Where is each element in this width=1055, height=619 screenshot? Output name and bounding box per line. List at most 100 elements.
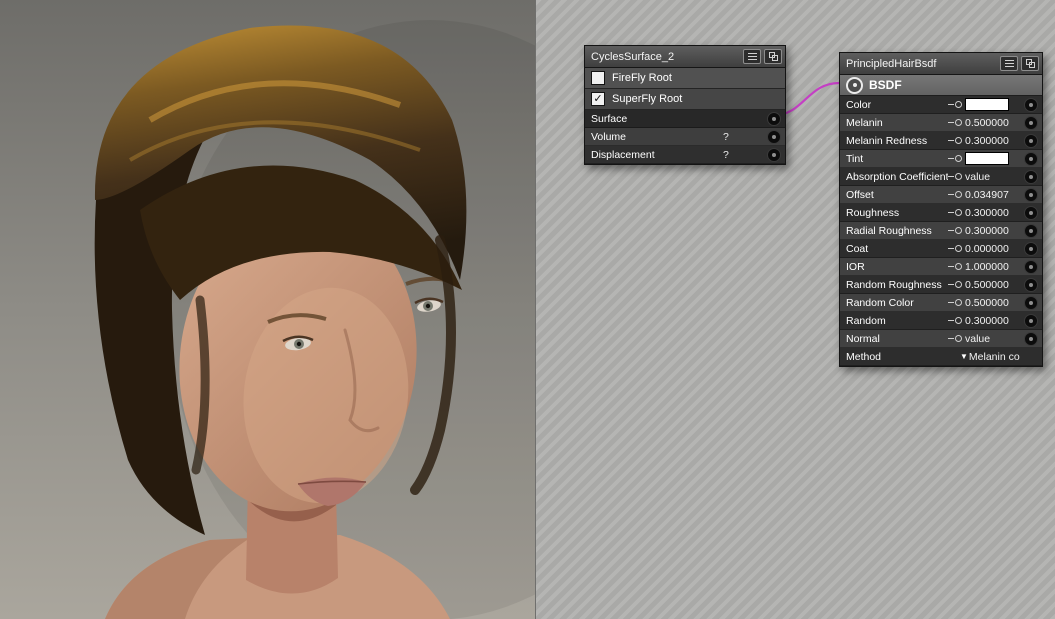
param-connector[interactable] bbox=[1024, 296, 1038, 310]
param-row-random-color[interactable]: Random Color 0.500000 bbox=[840, 294, 1042, 312]
surface-input-socket[interactable] bbox=[767, 112, 781, 126]
node-cycles-surface[interactable]: CyclesSurface_2 FireFly Root ✓ SuperFly … bbox=[584, 45, 786, 165]
param-row-ior[interactable]: IOR 1.000000 bbox=[840, 258, 1042, 276]
param-value[interactable]: value bbox=[965, 171, 1022, 183]
firefly-root-checkbox[interactable] bbox=[591, 71, 605, 85]
socket-dot bbox=[1029, 229, 1033, 233]
volume-input-socket[interactable] bbox=[767, 130, 781, 144]
superfly-root-row[interactable]: ✓ SuperFly Root bbox=[585, 89, 785, 110]
superfly-root-checkbox[interactable]: ✓ bbox=[591, 92, 605, 106]
param-row-offset[interactable]: Offset 0.034907 bbox=[840, 186, 1042, 204]
param-label: Method bbox=[846, 351, 960, 363]
check-icon: ✓ bbox=[593, 94, 602, 105]
socket-dot bbox=[1029, 283, 1033, 287]
param-value[interactable]: 0.034907 bbox=[965, 189, 1022, 201]
param-value[interactable]: 1.000000 bbox=[965, 261, 1022, 273]
node-properties-button[interactable] bbox=[1000, 56, 1018, 71]
displacement-row[interactable]: Displacement ? bbox=[585, 146, 785, 164]
socket-dot bbox=[1029, 175, 1033, 179]
param-row-color[interactable]: Color bbox=[840, 96, 1042, 114]
param-connector[interactable] bbox=[1024, 116, 1038, 130]
shader-node-editor[interactable]: CyclesSurface_2 FireFly Root ✓ SuperFly … bbox=[535, 0, 1055, 619]
method-value: Melanin co bbox=[969, 351, 1020, 363]
socket-dot bbox=[772, 153, 776, 157]
list-icon bbox=[1005, 60, 1014, 67]
param-label: Random Roughness bbox=[846, 279, 948, 291]
node-properties-button[interactable] bbox=[743, 49, 761, 64]
cycles-node-header[interactable]: CyclesSurface_2 bbox=[585, 46, 785, 68]
param-value[interactable]: 0.300000 bbox=[965, 315, 1022, 327]
tint-swatch[interactable] bbox=[965, 152, 1009, 165]
node-preview-button[interactable] bbox=[1021, 56, 1039, 71]
param-row-melanin-redness[interactable]: Melanin Redness 0.300000 bbox=[840, 132, 1042, 150]
list-icon bbox=[748, 53, 757, 60]
param-row-random[interactable]: Random 0.300000 bbox=[840, 312, 1042, 330]
param-value[interactable]: value bbox=[965, 333, 1022, 345]
color-value[interactable] bbox=[965, 98, 1022, 111]
param-row-normal[interactable]: Normal value bbox=[840, 330, 1042, 348]
surface-row[interactable]: Surface bbox=[585, 110, 785, 128]
param-value[interactable]: 0.500000 bbox=[965, 297, 1022, 309]
param-connector[interactable] bbox=[1024, 188, 1038, 202]
socket-icon bbox=[948, 191, 962, 198]
param-connector[interactable] bbox=[1024, 206, 1038, 220]
param-connector[interactable] bbox=[1024, 98, 1038, 112]
method-dropdown[interactable]: ▼ Melanin co bbox=[960, 351, 1036, 363]
param-connector[interactable] bbox=[1024, 332, 1038, 346]
socket-icon bbox=[948, 299, 962, 306]
param-label: Melanin bbox=[846, 117, 948, 129]
param-connector[interactable] bbox=[1024, 224, 1038, 238]
socket-dot bbox=[853, 83, 857, 87]
displacement-value[interactable]: ? bbox=[723, 149, 767, 161]
socket-icon bbox=[948, 245, 962, 252]
tint-value[interactable] bbox=[965, 152, 1022, 165]
param-connector[interactable] bbox=[1024, 260, 1038, 274]
param-row-random-roughness[interactable]: Random Roughness 0.500000 bbox=[840, 276, 1042, 294]
volume-value[interactable]: ? bbox=[723, 131, 767, 143]
param-row-coat[interactable]: Coat 0.000000 bbox=[840, 240, 1042, 258]
param-label: Roughness bbox=[846, 207, 948, 219]
param-row-roughness[interactable]: Roughness 0.300000 bbox=[840, 204, 1042, 222]
bsdf-output-socket[interactable] bbox=[846, 77, 863, 94]
param-connector[interactable] bbox=[1024, 152, 1038, 166]
param-value[interactable]: 0.500000 bbox=[965, 117, 1022, 129]
socket-dot bbox=[1029, 103, 1033, 107]
firefly-root-row[interactable]: FireFly Root bbox=[585, 68, 785, 89]
nodes-icon bbox=[1026, 59, 1035, 68]
node-preview-button[interactable] bbox=[764, 49, 782, 64]
param-row-tint[interactable]: Tint bbox=[840, 150, 1042, 168]
param-row-melanin[interactable]: Melanin 0.500000 bbox=[840, 114, 1042, 132]
socket-icon bbox=[948, 173, 962, 180]
superfly-root-label: SuperFly Root bbox=[612, 93, 682, 105]
param-value[interactable]: 0.300000 bbox=[965, 135, 1022, 147]
param-connector[interactable] bbox=[1024, 314, 1038, 328]
param-connector[interactable] bbox=[1024, 278, 1038, 292]
param-row-absorption-coefficient[interactable]: Absorption Coefficient value bbox=[840, 168, 1042, 186]
socket-icon bbox=[948, 155, 962, 162]
param-value[interactable]: 0.300000 bbox=[965, 207, 1022, 219]
surface-label: Surface bbox=[591, 113, 767, 125]
displacement-input-socket[interactable] bbox=[767, 148, 781, 162]
socket-dot bbox=[1029, 157, 1033, 161]
param-row-method[interactable]: Method ▼ Melanin co bbox=[840, 348, 1042, 366]
param-row-radial-roughness[interactable]: Radial Roughness 0.300000 bbox=[840, 222, 1042, 240]
color-swatch[interactable] bbox=[965, 98, 1009, 111]
volume-label: Volume bbox=[591, 131, 723, 143]
param-value[interactable]: 0.500000 bbox=[965, 279, 1022, 291]
volume-row[interactable]: Volume ? bbox=[585, 128, 785, 146]
param-label: Tint bbox=[846, 153, 948, 165]
node-principled-hair-bsdf[interactable]: PrincipledHairBsdf BSDF Color Melanin 0.… bbox=[839, 52, 1043, 367]
param-value[interactable]: 0.000000 bbox=[965, 243, 1022, 255]
socket-dot bbox=[1029, 247, 1033, 251]
param-connector[interactable] bbox=[1024, 242, 1038, 256]
param-connector[interactable] bbox=[1024, 170, 1038, 184]
socket-icon bbox=[948, 209, 962, 216]
socket-dot bbox=[1029, 211, 1033, 215]
hair-node-header[interactable]: PrincipledHairBsdf bbox=[840, 53, 1042, 75]
param-connector[interactable] bbox=[1024, 134, 1038, 148]
param-value[interactable]: 0.300000 bbox=[965, 225, 1022, 237]
bsdf-output-row[interactable]: BSDF bbox=[840, 75, 1042, 96]
socket-dot bbox=[772, 117, 776, 121]
rendered-portrait bbox=[0, 0, 535, 619]
param-label: Offset bbox=[846, 189, 948, 201]
